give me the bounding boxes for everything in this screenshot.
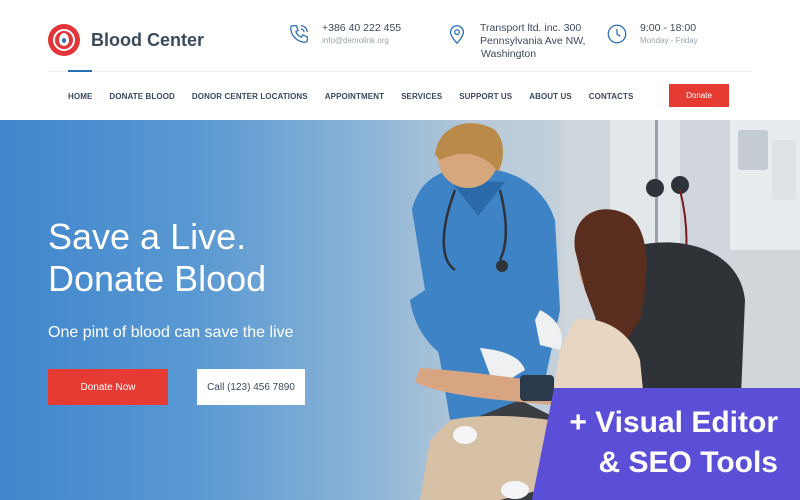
phone-number[interactable]: +386 40 222 455 [322,22,401,35]
email-address[interactable]: info@demolink.org [322,35,401,47]
address-line-3: Washington [481,48,537,60]
donate-button[interactable]: Donate [669,84,729,107]
contact-address: Transport ltd. inc. 300 Pennsylvania Ave… [446,22,585,61]
call-button[interactable]: Call (123) 456 7890 [197,369,305,405]
nav-item-about-us[interactable]: ABOUT US [529,92,572,101]
logo[interactable]: Blood Center [48,24,204,56]
nav-item-contacts[interactable]: CONTACTS [589,92,634,101]
nav-item-appointment[interactable]: APPOINTMENT [325,92,384,101]
promo-line-2: & SEO Tools [598,446,778,479]
address-line-2: Pennsylvania Ave NW, [480,35,586,47]
hero-title: Save a Live. Donate Blood [48,216,266,300]
hours-time: 9:00 - 18:00 [640,22,697,34]
donate-now-button[interactable]: Donate Now [48,369,168,405]
nav-item-donate-blood[interactable]: DONATE BLOOD [109,92,175,101]
blood-drop-logo-icon [48,24,80,56]
clock-icon [607,24,627,44]
nav-item-services[interactable]: SERVICES [401,92,442,101]
contact-phone: +386 40 222 455 info@demolink.org [288,22,401,47]
hero-title-line-1: Save a Live. [48,216,247,257]
promo-badge-background [532,388,800,500]
hours-days: Monday - Friday [640,36,698,45]
nav-item-donor-center-locations[interactable]: DONOR CENTER LOCATIONS [192,92,308,101]
promo-badge: + Visual Editor & SEO Tools [532,388,800,500]
phone-icon [290,25,308,43]
map-pin-icon [449,25,465,45]
main-nav: HOME DONATE BLOOD DONOR CENTER LOCATIONS… [68,92,650,101]
nav-item-home[interactable]: HOME [68,92,92,101]
address-line-1: Transport ltd. inc. 300 [480,22,582,34]
header-divider [48,71,752,72]
brand-name: Blood Center [91,29,205,50]
nav-active-indicator [68,70,92,72]
site-header: Blood Center +386 40 222 455 info@demoli… [0,0,800,120]
promo-line-1: + Visual Editor [569,406,778,439]
hero-title-line-2: Donate Blood [48,258,267,299]
contact-hours: 9:00 - 18:00 Monday - Friday [606,22,698,47]
nav-item-support-us[interactable]: SUPPORT US [459,92,512,101]
hero-subtitle: One pint of blood can save the live [48,324,294,341]
